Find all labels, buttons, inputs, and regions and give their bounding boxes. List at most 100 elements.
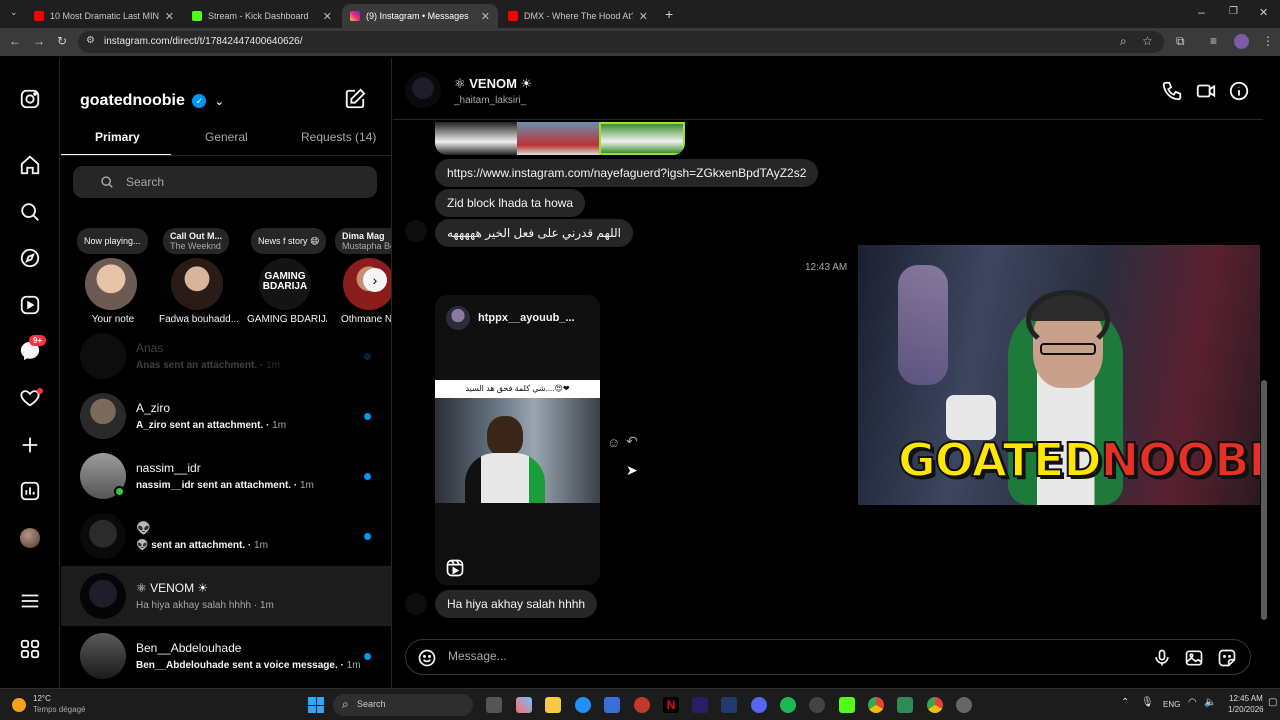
conversation-item-active[interactable]: ⚛ VENOM ☀ Ha hiya akhay salah hhhh · 1m <box>61 566 391 626</box>
browser-tab-3[interactable]: (9) Instagram • Messages ✕ <box>342 4 498 28</box>
conversation-info-icon[interactable] <box>1228 80 1250 102</box>
taskbar-date[interactable]: 1/20/2026 <box>1228 705 1264 714</box>
close-tab-icon[interactable]: ✕ <box>481 10 490 23</box>
tab-general[interactable]: General <box>205 130 248 144</box>
close-tab-icon[interactable]: ✕ <box>639 10 648 23</box>
sheets-icon[interactable] <box>897 697 913 713</box>
reels-icon[interactable] <box>19 294 41 316</box>
profile-avatar[interactable] <box>20 528 40 548</box>
voice-clip-microphone-icon[interactable] <box>1152 648 1172 668</box>
app-icon[interactable] <box>634 697 650 713</box>
premiere-icon[interactable] <box>692 697 708 713</box>
browser-tab-2[interactable]: Stream - Kick Dashboard ✕ <box>184 4 340 28</box>
store-icon[interactable] <box>604 697 620 713</box>
notifications-bell-icon[interactable]: ▢ <box>1268 697 1277 708</box>
contact-avatar[interactable] <box>405 72 441 108</box>
menu-kebab-icon[interactable]: ⋮ <box>1262 34 1274 48</box>
kick-icon[interactable] <box>839 697 855 713</box>
microphone-tray-icon[interactable]: 🎙 <box>1141 697 1154 708</box>
new-tab-icon[interactable]: + <box>665 6 673 22</box>
reply-icon[interactable]: ↶ <box>626 433 638 450</box>
account-switcher[interactable]: goatednoobie ✓ ⌄ <box>80 92 224 110</box>
taskbar-search[interactable]: ⌕ Search <box>333 694 473 716</box>
extensions-icon[interactable]: ⧉ <box>1176 34 1185 49</box>
create-plus-icon[interactable] <box>19 434 41 456</box>
forward-icon[interactable]: → <box>33 34 45 48</box>
new-message-compose-icon[interactable] <box>344 88 366 110</box>
minimize-icon[interactable]: – <box>1198 5 1205 19</box>
dashboard-chart-icon[interactable] <box>19 480 41 502</box>
chrome-icon[interactable] <box>868 697 884 713</box>
more-menu-icon[interactable] <box>19 590 41 612</box>
volume-icon[interactable]: 🔈 <box>1204 697 1216 708</box>
tab-requests[interactable]: Requests (14) <box>301 130 376 144</box>
message-input[interactable] <box>448 649 1048 663</box>
search-icon[interactable] <box>19 201 41 223</box>
message-bubble[interactable]: Ha hiya akhay salah hhhh <box>435 590 598 618</box>
tab-search-icon[interactable]: ⌄ <box>10 7 18 18</box>
close-tab-icon[interactable]: ✕ <box>165 10 174 23</box>
back-icon[interactable]: ← <box>9 34 21 48</box>
conversation-item[interactable]: nassim__idr nassim__idr sent an attachme… <box>61 446 391 506</box>
conversation-item[interactable]: 👽 👽 sent an attachment. · 1m <box>61 506 391 566</box>
restore-icon[interactable]: ❐ <box>1229 6 1238 17</box>
browser-tab-4[interactable]: DMX - Where The Hood At? (D ✕ <box>500 4 656 28</box>
profile-avatar[interactable] <box>1234 34 1249 49</box>
message-bubble[interactable]: Zid block lhada ta howa <box>435 189 586 217</box>
conversation-item[interactable]: Ben__Abdelouhade Ben__Abdelouhade sent a… <box>61 626 391 686</box>
search-field[interactable]: Search <box>73 166 377 198</box>
reel-author-name[interactable]: htppx__ayouub_... <box>478 312 575 324</box>
taskbar-clock[interactable]: 12:45 AM <box>1229 694 1263 703</box>
photoshop-icon[interactable] <box>721 697 737 713</box>
file-explorer-icon[interactable] <box>545 697 561 713</box>
language-indicator[interactable]: ENG <box>1163 700 1180 709</box>
react-emoji-icon[interactable]: ☺ <box>607 435 620 450</box>
reading-list-icon[interactable]: ≡ <box>1210 34 1217 48</box>
message-bubble[interactable]: https://www.instagram.com/nayefaguerd?ig… <box>435 159 819 187</box>
shared-reel-card[interactable]: htppx__ayouub_... شي كلمة فحق هد السيد..… <box>435 295 600 585</box>
tab-primary[interactable]: Primary <box>95 130 140 144</box>
scrollbar-thumb[interactable] <box>1261 380 1267 620</box>
note-name: Fadwa bouhadd... <box>159 314 239 325</box>
explore-compass-icon[interactable] <box>19 247 41 269</box>
obs-icon[interactable] <box>809 697 825 713</box>
video-call-icon[interactable] <box>1195 80 1217 102</box>
discord-icon[interactable] <box>751 697 767 713</box>
windows-start-icon[interactable] <box>308 697 324 713</box>
instagram-logo-icon[interactable] <box>19 88 41 110</box>
sticker-icon[interactable] <box>1217 648 1237 668</box>
netflix-icon[interactable]: N <box>663 697 679 713</box>
task-view-icon[interactable] <box>486 697 502 713</box>
edge-icon[interactable] <box>575 697 591 713</box>
emoji-picker-icon[interactable] <box>417 648 437 668</box>
close-tab-icon[interactable]: ✕ <box>323 10 332 23</box>
also-from-meta-icon[interactable] <box>19 638 41 660</box>
voice-call-icon[interactable] <box>1161 80 1183 102</box>
notes-next-arrow-icon[interactable]: › <box>363 268 387 292</box>
shared-images-strip[interactable] <box>435 122 685 155</box>
zoom-icon[interactable]: ⌕ <box>1120 34 1127 49</box>
message-link[interactable]: https://www.instagram.com/nayefaguerd?ig… <box>447 166 806 180</box>
conversation-preview: Anas sent an attachment. · 1m <box>136 360 280 371</box>
conversation-item[interactable]: Anas Anas sent an attachment. · 1m <box>61 326 391 386</box>
messages-nav-item[interactable]: 9+ <box>19 335 47 362</box>
message-bubble[interactable]: اللهم قدرني على فعل الخير هههههه <box>435 219 633 247</box>
bookmark-star-icon[interactable]: ☆ <box>1142 34 1153 48</box>
chrome-icon[interactable] <box>927 697 943 713</box>
app-icon[interactable] <box>956 697 972 713</box>
url-field[interactable]: ⚙ instagram.com/direct/t/178424474006406… <box>78 31 1164 53</box>
close-window-icon[interactable]: ✕ <box>1259 6 1268 19</box>
thread-scrollbar[interactable] <box>1260 122 1268 622</box>
spotify-icon[interactable] <box>780 697 796 713</box>
copilot-icon[interactable] <box>516 697 532 713</box>
wifi-icon[interactable]: ◠ <box>1188 697 1197 708</box>
note-subtext: The Weeknd <box>170 241 221 251</box>
browser-tab-1[interactable]: 10 Most Dramatic Last MINUTE ✕ <box>26 4 182 28</box>
site-info-icon[interactable]: ⚙ <box>86 35 95 46</box>
tray-chevron-icon[interactable]: ⌃ <box>1121 697 1129 708</box>
conversation-item[interactable]: A_ziro A_ziro sent an attachment. · 1m <box>61 386 391 446</box>
reload-icon[interactable]: ↻ <box>57 34 67 48</box>
contact-name[interactable]: ⚛ VENOM ☀ <box>454 76 532 92</box>
add-photo-icon[interactable] <box>1184 648 1204 668</box>
home-icon[interactable] <box>19 154 41 176</box>
